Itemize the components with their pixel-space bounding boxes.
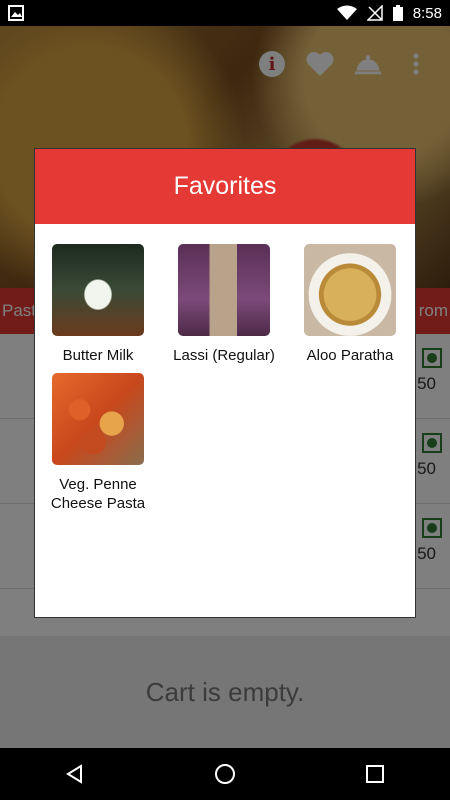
battery-icon <box>392 5 403 21</box>
favorite-item-label: Lassi (Regular) <box>173 347 275 364</box>
status-time: 8:58 <box>412 4 442 22</box>
status-bar: 8:58 <box>0 0 450 26</box>
dialog-title: Favorites <box>173 172 277 200</box>
signal-off-icon <box>366 5 383 21</box>
favorite-item-label: Veg. Penne Cheese Pasta <box>50 476 146 512</box>
butter-milk-image <box>52 244 144 336</box>
status-left <box>8 5 24 21</box>
recents-button[interactable] <box>350 754 400 794</box>
favorite-item-lassi[interactable]: Lassi (Regular) <box>161 244 287 365</box>
recents-icon <box>366 765 384 783</box>
favorite-item-label: Aloo Paratha <box>306 347 394 364</box>
dialog-header: Favorites <box>35 149 415 224</box>
wifi-icon <box>336 5 357 20</box>
favorite-item-butter-milk[interactable]: Butter Milk <box>35 244 161 365</box>
penne-pasta-image <box>52 373 144 465</box>
lassi-image <box>178 244 270 336</box>
favorite-item-label: Butter Milk <box>62 347 134 364</box>
aloo-paratha-image <box>304 244 396 336</box>
navigation-bar <box>0 748 450 800</box>
back-button[interactable] <box>50 754 100 794</box>
favorite-item-penne-pasta[interactable]: Veg. Penne Cheese Pasta <box>35 373 161 513</box>
favorites-dialog: Favorites Butter Milk Lassi (Regular) Al… <box>34 148 416 618</box>
home-icon <box>215 764 235 784</box>
favorites-grid: Butter Milk Lassi (Regular) Aloo Paratha… <box>35 224 415 513</box>
back-icon <box>66 764 82 784</box>
home-button[interactable] <box>200 754 250 794</box>
screen: 8:58 i Past rom <box>0 0 450 800</box>
status-right: 8:58 <box>336 4 442 22</box>
favorite-item-aloo-paratha[interactable]: Aloo Paratha <box>287 244 413 365</box>
image-notification-icon <box>8 5 24 21</box>
